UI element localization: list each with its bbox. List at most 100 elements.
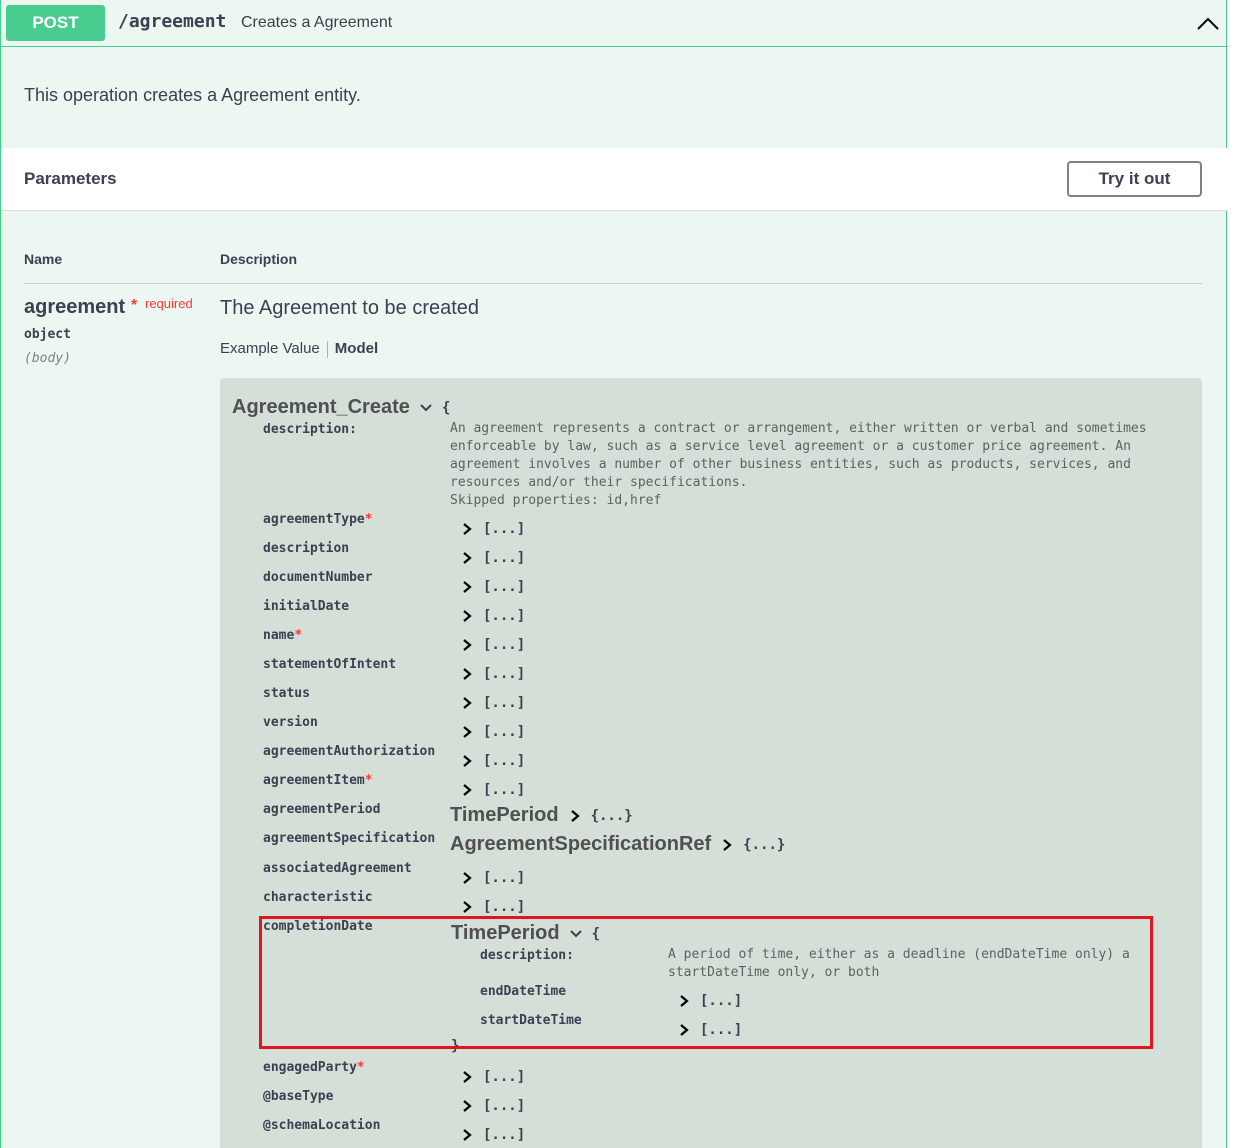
expand-agreementAuthorization[interactable]: [...] <box>461 753 525 769</box>
expand-status[interactable]: [...] <box>461 695 525 711</box>
collapsed-array: [...] <box>483 550 526 566</box>
collapsed-array: [...] <box>483 666 526 682</box>
expand-engagedParty[interactable]: [...] <box>461 1069 525 1085</box>
property-label: @baseType <box>263 1089 334 1104</box>
property-label: documentNumber <box>263 570 373 585</box>
ref-agreementPeriod[interactable]: TimePeriod {...} <box>450 804 633 827</box>
operation-summary[interactable]: POST /agreement Creates a Agreement <box>1 0 1228 47</box>
chevron-right-icon <box>463 726 472 738</box>
property-name: engagedParty* <box>263 1060 365 1075</box>
chevron-up-icon[interactable] <box>1195 12 1221 34</box>
chevron-right-icon <box>463 1071 472 1083</box>
required-star: * <box>364 512 373 527</box>
chevron-right-icon <box>463 1129 472 1141</box>
operation-description: This operation creates a Agreement entit… <box>24 85 361 105</box>
property-name: description <box>263 541 349 556</box>
tab-model[interactable]: Model <box>335 340 378 357</box>
try-it-out-button[interactable]: Try it out <box>1067 161 1202 197</box>
parameter-type: object <box>24 327 71 342</box>
ref-title: AgreementSpecificationRef <box>450 833 712 855</box>
property-label: agreementType <box>263 512 365 527</box>
operation-summary-text: Creates a Agreement <box>241 14 393 31</box>
operation-path: /agreement <box>118 11 227 32</box>
chevron-right-icon <box>570 809 580 822</box>
chevron-right-icon <box>463 668 472 680</box>
expand-version[interactable]: [...] <box>461 724 525 740</box>
parameter-name: agreement <box>24 296 126 318</box>
column-header-name: Name <box>24 251 63 267</box>
required-star: * <box>364 773 373 788</box>
operation-block: POST /agreement Creates a Agreement This… <box>0 0 1228 1148</box>
collapsed-array: [...] <box>483 899 526 915</box>
property-name: status <box>263 686 310 701</box>
property-name: characteristic <box>263 890 373 905</box>
property-label: agreementSpecification <box>263 831 436 846</box>
required-star: * <box>294 628 303 643</box>
property-label: status <box>263 686 310 701</box>
expand-agreementType[interactable]: [...] <box>461 521 525 537</box>
tab-divider <box>326 340 328 358</box>
chevron-right-icon <box>463 523 472 535</box>
expand-initialDate[interactable]: [...] <box>461 608 525 624</box>
chevron-right-icon <box>463 784 472 796</box>
property-name: agreementAuthorization <box>263 744 435 759</box>
property-name: documentNumber <box>263 570 373 585</box>
expand-characteristic[interactable]: [...] <box>461 899 525 915</box>
expand-statementOfIntent[interactable]: [...] <box>461 666 525 682</box>
chevron-right-icon <box>463 639 472 651</box>
collapsed-array: [...] <box>483 1098 526 1114</box>
collapsed-array: [...] <box>483 1127 526 1143</box>
chevron-right-icon <box>463 552 472 564</box>
property-label: associatedAgreement <box>263 861 412 876</box>
collapsed-array: [...] <box>483 637 526 653</box>
parameters-title: Parameters <box>24 169 117 188</box>
open-brace: { <box>441 399 451 416</box>
property-label: name <box>263 628 295 643</box>
ref-agreementSpecification[interactable]: AgreementSpecificationRef {...} <box>450 833 785 856</box>
collapsed-object: {...} <box>590 807 633 824</box>
method-badge: POST <box>6 5 105 41</box>
chevron-right-icon <box>463 872 472 884</box>
property-label: statementOfIntent <box>263 657 397 672</box>
property-name: version <box>263 715 318 730</box>
property-label: characteristic <box>263 890 373 905</box>
collapsed-object: {...} <box>743 836 786 853</box>
chevron-down-icon <box>420 403 432 411</box>
property-name: @baseType <box>263 1089 333 1104</box>
highlight-box <box>259 916 1153 1049</box>
chevron-right-icon <box>463 755 472 767</box>
collapsed-array: [...] <box>483 608 526 624</box>
expand-baseType[interactable]: [...] <box>461 1098 525 1114</box>
divider <box>24 283 1202 284</box>
parameter-location: (body) <box>24 351 71 366</box>
chevron-right-icon <box>723 838 732 851</box>
expand-name[interactable]: [...] <box>461 637 525 653</box>
property-name: agreementItem* <box>263 773 373 788</box>
expand-agreementItem[interactable]: [...] <box>461 782 525 798</box>
required-label: required <box>145 296 193 311</box>
collapsed-array: [...] <box>483 521 526 537</box>
property-name: name* <box>263 628 302 643</box>
chevron-right-icon <box>463 901 472 913</box>
collapsed-array: [...] <box>483 782 526 798</box>
collapsed-array: [...] <box>483 724 526 740</box>
chevron-right-icon <box>463 610 472 622</box>
chevron-right-icon <box>463 581 472 593</box>
expand-description[interactable]: [...] <box>461 550 525 566</box>
property-label: initialDate <box>263 599 350 614</box>
property-name: agreementSpecification <box>263 831 435 846</box>
property-label: version <box>263 715 318 730</box>
expand-associatedAgreement[interactable]: [...] <box>461 870 525 886</box>
expand-schemaLocation[interactable]: [...] <box>461 1127 525 1143</box>
property-label: agreementItem <box>263 773 365 788</box>
collapsed-array: [...] <box>483 1069 526 1085</box>
collapsed-array: [...] <box>483 579 526 595</box>
property-label: @schemaLocation <box>263 1118 381 1133</box>
tab-example-value[interactable]: Example Value <box>220 340 320 357</box>
ref-title: TimePeriod <box>450 804 559 826</box>
required-star: * <box>131 297 138 314</box>
expand-documentNumber[interactable]: [...] <box>461 579 525 595</box>
description-label: description: <box>263 422 357 437</box>
column-header-description: Description <box>220 251 298 267</box>
model-header[interactable]: Agreement_Create { <box>232 396 450 419</box>
